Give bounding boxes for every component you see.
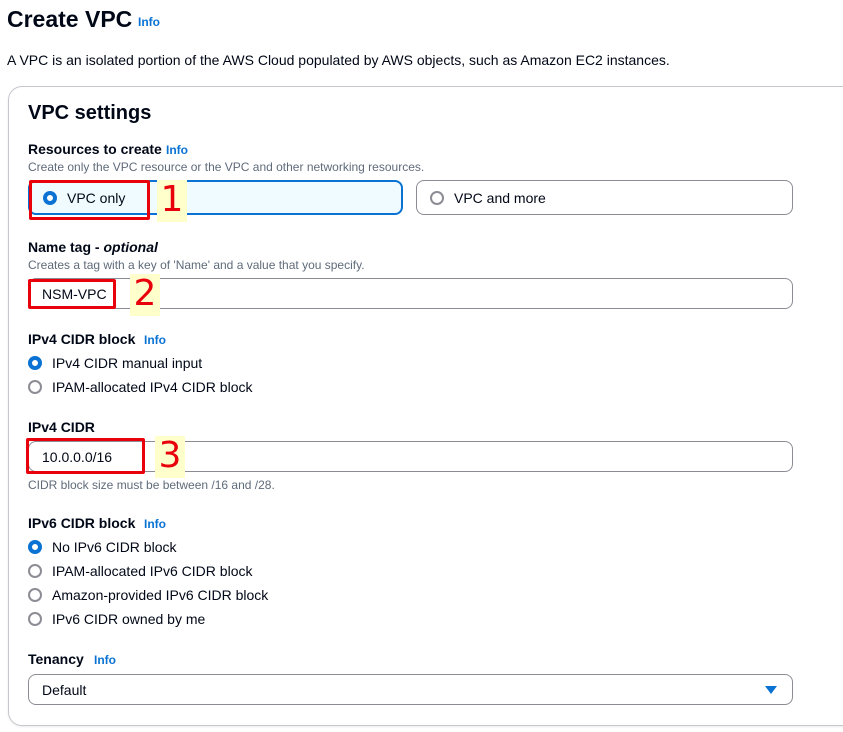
tenancy-value: Default <box>42 681 87 698</box>
annotation-number-2: 2 <box>130 274 160 316</box>
annotation-box-1 <box>29 180 150 220</box>
ipv6-amazon-option[interactable]: Amazon-provided IPv6 CIDR block <box>28 585 268 605</box>
ipv6-none-label: No IPv6 CIDR block <box>52 539 177 555</box>
radio-unchecked-icon <box>28 380 42 394</box>
ipv6-byoip-label: IPv6 CIDR owned by me <box>52 611 206 627</box>
name-tag-optional: optional <box>103 239 158 255</box>
page-description: A VPC is an isolated portion of the AWS … <box>7 52 670 68</box>
radio-unchecked-icon <box>28 588 42 602</box>
annotation-box-2 <box>28 279 116 309</box>
ipv4-manual-label: IPv4 CIDR manual input <box>52 355 203 371</box>
tenancy-info-link[interactable]: Info <box>94 653 116 667</box>
tenancy-select[interactable]: Default <box>28 674 793 705</box>
annotation-box-3 <box>26 438 145 474</box>
vpc-and-more-label: VPC and more <box>454 189 546 206</box>
ipv4-block-label: IPv4 CIDR block <box>28 331 136 347</box>
caret-down-icon <box>765 686 777 694</box>
name-tag-label-text: Name tag - <box>28 239 104 255</box>
radio-checked-icon <box>28 540 42 554</box>
ipv4-ipam-option[interactable]: IPAM-allocated IPv4 CIDR block <box>28 377 252 397</box>
radio-unchecked-icon <box>28 612 42 626</box>
page-info-link[interactable]: Info <box>138 15 160 29</box>
ipv6-byoip-option[interactable]: IPv6 CIDR owned by me <box>28 609 205 629</box>
ipv6-none-option[interactable]: No IPv6 CIDR block <box>28 537 176 557</box>
resources-description: Create only the VPC resource or the VPC … <box>28 160 425 174</box>
ipv4-block-info-link[interactable]: Info <box>144 333 166 347</box>
section-title: VPC settings <box>28 102 152 124</box>
radio-checked-icon <box>28 356 42 370</box>
resources-label: Resources to create <box>28 141 162 157</box>
ipv6-ipam-option[interactable]: IPAM-allocated IPv6 CIDR block <box>28 561 252 581</box>
ipv4-cidr-label: IPv4 CIDR <box>28 419 95 435</box>
name-tag-description: Creates a tag with a key of 'Name' and a… <box>28 258 365 272</box>
name-tag-label: Name tag - optional <box>28 239 158 255</box>
ipv4-ipam-label: IPAM-allocated IPv4 CIDR block <box>52 379 253 395</box>
ipv6-ipam-label: IPAM-allocated IPv6 CIDR block <box>52 563 253 579</box>
ipv4-manual-option[interactable]: IPv4 CIDR manual input <box>28 353 202 373</box>
annotation-number-1: 1 <box>157 180 187 222</box>
ipv4-cidr-hint: CIDR block size must be between /16 and … <box>28 478 275 492</box>
annotation-number-3: 3 <box>155 436 185 478</box>
resources-info-link[interactable]: Info <box>166 143 188 157</box>
tenancy-label: Tenancy <box>28 651 84 667</box>
page-title: Create VPC <box>7 6 133 32</box>
ipv6-amazon-label: Amazon-provided IPv6 CIDR block <box>52 587 269 603</box>
radio-unchecked-icon <box>28 564 42 578</box>
ipv6-block-info-link[interactable]: Info <box>144 517 166 531</box>
radio-unchecked-icon <box>430 190 444 205</box>
ipv6-block-label: IPv6 CIDR block <box>28 515 136 531</box>
vpc-and-more-tile[interactable]: VPC and more <box>416 180 793 215</box>
